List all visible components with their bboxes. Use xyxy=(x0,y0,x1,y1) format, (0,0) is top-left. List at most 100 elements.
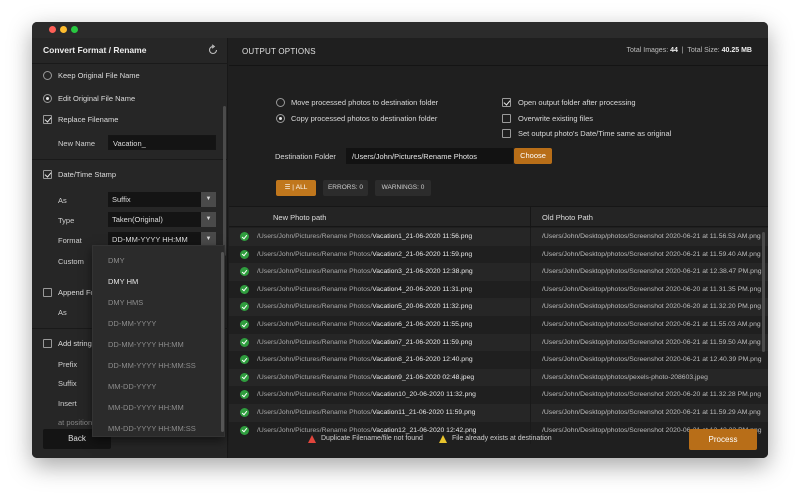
table-row[interactable]: /Users/John/Pictures/Rename Photos/Vacat… xyxy=(229,281,768,299)
old-path-cell: /Users/John/Desktop/photos/Screenshot 20… xyxy=(542,303,762,311)
as2-label: As xyxy=(58,308,67,317)
error-triangle-icon xyxy=(308,435,316,443)
new-path-cell: /Users/John/Pictures/Rename Photos/Vacat… xyxy=(257,356,473,364)
format-option[interactable]: DMY HMS xyxy=(108,298,143,307)
dropdown-scrollbar[interactable] xyxy=(221,252,224,432)
old-path-cell: /Users/John/Desktop/photos/Screenshot 20… xyxy=(542,338,761,346)
old-path-cell: /Users/John/Desktop/photos/Screenshot 20… xyxy=(542,233,761,240)
copy-option-radio[interactable] xyxy=(276,114,285,123)
output-options-title: OUTPUT OPTIONS xyxy=(242,47,316,56)
app-window: Convert Format / Rename Keep Original Fi… xyxy=(32,22,768,458)
old-path-cell: /Users/John/Desktop/photos/Screenshot 20… xyxy=(542,391,762,399)
as-label: As xyxy=(58,196,67,205)
replace-filename-label: Replace Filename xyxy=(58,115,119,124)
success-check-icon xyxy=(240,249,249,259)
output-panel: OUTPUT OPTIONS Total Images: 44 | Total … xyxy=(229,38,768,458)
old-path-cell: /Users/John/Desktop/photos/Screenshot 20… xyxy=(542,250,761,258)
table-row[interactable]: /Users/John/Pictures/Rename Photos/Vacat… xyxy=(229,333,768,352)
new-path-cell: /Users/John/Pictures/Rename Photos/Vacat… xyxy=(257,391,476,399)
format-option[interactable]: DD-MM-YYYY HH:MM xyxy=(108,340,184,349)
type-label: Type xyxy=(58,216,75,225)
overwrite-label: Overwrite existing files xyxy=(518,114,594,123)
set-datetime-label: Set output photo's Date/Time same as ori… xyxy=(518,129,672,138)
success-check-icon xyxy=(240,302,249,312)
zoom-window-button[interactable] xyxy=(71,26,78,33)
format-option[interactable]: DD-MM-YYYY xyxy=(108,319,156,328)
filter-errors-button[interactable]: ERRORS: 0 xyxy=(323,180,368,196)
edit-original-radio[interactable] xyxy=(43,94,52,103)
column-divider xyxy=(530,207,531,228)
divider xyxy=(32,159,228,160)
keep-original-label: Keep Original File Name xyxy=(58,71,140,80)
column-divider xyxy=(530,228,531,444)
keep-original-radio[interactable] xyxy=(43,71,52,80)
warning-triangle-icon xyxy=(439,435,447,443)
set-datetime-checkbox[interactable] xyxy=(502,129,511,138)
total-images-label: Total Images: xyxy=(626,47,669,54)
old-path-cell: /Users/John/Desktop/photos/pexels-photo-… xyxy=(542,373,708,381)
reset-icon[interactable] xyxy=(207,44,219,56)
close-window-button[interactable] xyxy=(49,26,56,33)
success-check-icon xyxy=(240,390,249,400)
new-path-cell: /Users/John/Pictures/Rename Photos/Vacat… xyxy=(257,338,473,346)
table-row[interactable]: /Users/John/Pictures/Rename Photos/Vacat… xyxy=(229,263,768,281)
column-header-new-path[interactable]: New Photo path xyxy=(273,213,326,222)
sidebar-scrollbar[interactable] xyxy=(223,106,226,256)
add-string-label: Add string xyxy=(58,339,92,348)
list-icon: ☰ xyxy=(284,184,291,191)
new-path-cell: /Users/John/Pictures/Rename Photos/Vacat… xyxy=(257,321,473,328)
success-check-icon xyxy=(240,232,249,241)
edit-original-label: Edit Original File Name xyxy=(58,94,136,103)
format-dropdown-menu: DMY DMY HM DMY HMS DD-MM-YYYY DD-MM-YYYY… xyxy=(92,245,225,437)
new-path-cell: /Users/John/Pictures/Rename Photos/Vacat… xyxy=(257,426,477,434)
format-option[interactable]: MM-DD-YYYY xyxy=(108,382,156,391)
table-row[interactable]: /Users/John/Pictures/Rename Photos/Vacat… xyxy=(229,298,768,316)
total-size-label: Total Size: xyxy=(687,47,720,54)
table-row[interactable]: /Users/John/Pictures/Rename Photos/Vacat… xyxy=(229,368,768,387)
filter-warnings-button[interactable]: WARNINGS: 0 xyxy=(375,180,431,196)
old-path-cell: /Users/John/Desktop/photos/Screenshot 20… xyxy=(542,321,761,328)
type-select[interactable]: Taken(Original) xyxy=(108,212,201,227)
chevron-down-icon[interactable]: ▼ xyxy=(201,212,216,227)
table-row[interactable]: /Users/John/Pictures/Rename Photos/Vacat… xyxy=(229,404,768,422)
table-scrollbar[interactable] xyxy=(762,232,765,352)
table-row[interactable]: /Users/John/Pictures/Rename Photos/Vacat… xyxy=(229,228,768,246)
new-name-input[interactable]: Vacation_ xyxy=(108,135,216,150)
filter-all-label: ALL xyxy=(295,184,308,191)
choose-button[interactable]: Choose xyxy=(514,148,552,164)
photo-table: /Users/John/Pictures/Rename Photos/Vacat… xyxy=(229,228,768,444)
column-header-old-path[interactable]: Old Photo Path xyxy=(542,213,593,222)
old-path-cell: /Users/John/Desktop/photos/Screenshot 20… xyxy=(542,409,761,416)
as-select[interactable]: Suffix xyxy=(108,192,201,207)
new-path-cell: /Users/John/Pictures/Rename Photos/Vacat… xyxy=(257,303,473,311)
divider xyxy=(229,65,768,66)
minimize-window-button[interactable] xyxy=(60,26,67,33)
new-path-cell: /Users/John/Pictures/Rename Photos/Vacat… xyxy=(257,373,475,381)
move-option-radio[interactable] xyxy=(276,98,285,107)
copy-option-label: Copy processed photos to destination fol… xyxy=(291,114,438,123)
table-row[interactable]: /Users/John/Pictures/Rename Photos/Vacat… xyxy=(229,351,768,369)
format-option[interactable]: DMY xyxy=(108,256,125,265)
chevron-down-icon[interactable]: ▼ xyxy=(201,192,216,207)
format-option[interactable]: DMY HM xyxy=(108,277,138,286)
table-header: New Photo path Old Photo Path xyxy=(229,206,768,228)
success-check-icon xyxy=(240,408,249,417)
format-option[interactable]: MM-DD-YYYY HH:MM xyxy=(108,403,184,412)
append-label: Append Fo xyxy=(58,288,95,297)
format-option[interactable]: DD-MM-YYYY HH:MM:SS xyxy=(108,361,196,370)
success-check-icon xyxy=(240,337,249,347)
overwrite-checkbox[interactable] xyxy=(502,114,511,123)
process-button[interactable]: Process xyxy=(689,429,757,450)
open-output-checkbox[interactable] xyxy=(502,98,511,107)
format-option[interactable]: MM-DD-YYYY HH:MM:SS xyxy=(108,424,196,433)
add-string-checkbox[interactable] xyxy=(43,339,52,348)
datetime-stamp-checkbox[interactable] xyxy=(43,170,52,179)
append-checkbox[interactable] xyxy=(43,288,52,297)
replace-filename-checkbox[interactable] xyxy=(43,115,52,124)
table-row[interactable]: /Users/John/Pictures/Rename Photos/Vacat… xyxy=(229,246,768,264)
table-row[interactable]: /Users/John/Pictures/Rename Photos/Vacat… xyxy=(229,316,768,334)
table-row[interactable]: /Users/John/Pictures/Rename Photos/Vacat… xyxy=(229,386,768,404)
destination-folder-input[interactable]: /Users/John/Pictures/Rename Photos xyxy=(346,148,513,164)
filter-all-button[interactable]: ☰ | ALL xyxy=(276,180,316,196)
success-check-icon xyxy=(240,320,249,329)
